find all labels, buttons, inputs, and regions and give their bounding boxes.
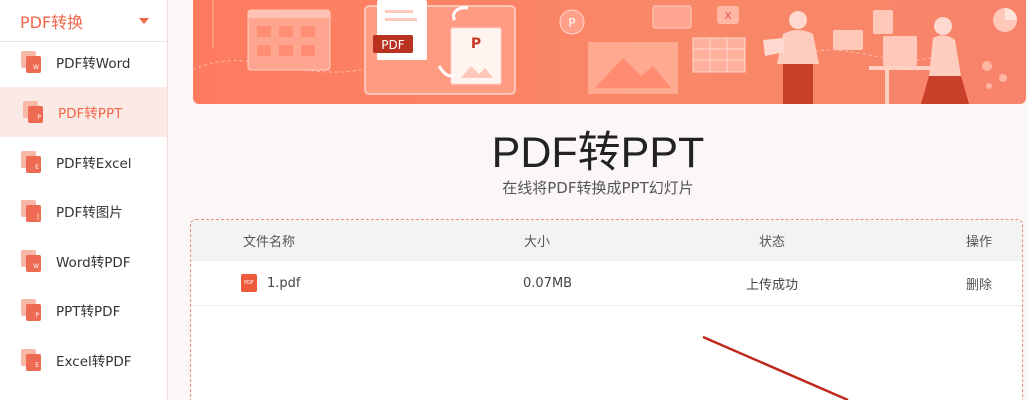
- word-file-icon: W: [21, 51, 41, 73]
- word-file-icon: W: [21, 250, 41, 272]
- person-sitting-illustration: [921, 17, 969, 104]
- file-list-panel[interactable]: 文件名称 大小 状态 操作 PDF 1.pdf 0.07MB 上传成功 删除: [190, 219, 1023, 400]
- excel-file-icon: E: [21, 151, 41, 173]
- main-content: PDF P P X PDF转PPT 在线将PDF转换成PPT幻灯片 文件名称 大…: [168, 0, 1028, 400]
- file-status: 上传成功: [746, 277, 799, 293]
- sidebar-item-label: PDF转PPT: [58, 106, 123, 122]
- sidebar-item-pdf-to-image[interactable]: J PDF转图片: [0, 186, 167, 236]
- image-file-icon: J: [21, 200, 41, 222]
- sidebar-item-ppt-to-pdf[interactable]: P PPT转PDF: [0, 285, 167, 335]
- sidebar-item-label: PDF转Word: [56, 56, 131, 72]
- sidebar: PDF转换 W PDF转Word P PDF转PPT E PDF转Excel J…: [0, 0, 168, 400]
- laptop-illustration: [833, 30, 939, 104]
- person-illustration: [763, 11, 819, 104]
- excel-badge-icon: X: [717, 6, 739, 24]
- ppt-circle-icon: P: [559, 9, 585, 35]
- page-subtitle: 在线将PDF转换成PPT幻灯片: [502, 179, 694, 197]
- hero-banner: PDF P P X: [193, 0, 1026, 104]
- slide-illustration: [588, 42, 678, 94]
- sidebar-item-pdf-to-word[interactable]: W PDF转Word: [0, 37, 167, 87]
- spreadsheet-illustration: [692, 37, 746, 73]
- chevron-down-icon[interactable]: [139, 17, 149, 24]
- svg-text:PDF: PDF: [381, 38, 404, 52]
- sidebar-item-pdf-to-excel[interactable]: E PDF转Excel: [0, 137, 167, 187]
- sidebar-item-label: PDF转Excel: [56, 156, 132, 172]
- column-header-action: 操作: [966, 235, 993, 250]
- column-header-name: 文件名称: [243, 235, 296, 250]
- delete-button[interactable]: 删除: [966, 261, 992, 305]
- sidebar-item-label: PPT转PDF: [56, 304, 121, 320]
- file-size: 0.07MB: [523, 275, 573, 291]
- column-header-size: 大小: [524, 235, 551, 250]
- svg-text:P: P: [568, 16, 575, 30]
- sidebar-title: PDF转换: [20, 12, 84, 32]
- sidebar-item-label: Excel转PDF: [56, 354, 132, 370]
- column-header-status: 状态: [759, 235, 786, 250]
- sidebar-item-word-to-pdf[interactable]: W Word转PDF: [0, 236, 167, 286]
- table-header: 文件名称 大小 状态 操作: [191, 220, 1022, 261]
- ppt-file-icon: P: [23, 101, 43, 123]
- file-name: 1.pdf: [267, 275, 301, 291]
- pdf-to-ppt-illustration: PDF P: [364, 0, 516, 95]
- ppt-file-icon: P: [21, 299, 41, 321]
- svg-text:P: P: [471, 36, 481, 52]
- sidebar-item-pdf-to-ppt[interactable]: P PDF转PPT: [0, 87, 167, 137]
- sidebar-item-label: PDF转图片: [56, 205, 123, 221]
- window-icon: [247, 9, 331, 71]
- excel-file-icon: E: [21, 349, 41, 371]
- banner-illustration: PDF P P X: [193, 0, 1017, 104]
- sidebar-item-label: Word转PDF: [56, 255, 131, 271]
- table-row: PDF 1.pdf 0.07MB 上传成功 删除: [191, 261, 1022, 306]
- sidebar-header[interactable]: PDF转换: [0, 0, 167, 42]
- file-name-cell: PDF 1.pdf: [241, 261, 300, 305]
- sidebar-item-excel-to-pdf[interactable]: E Excel转PDF: [0, 335, 167, 385]
- pdf-file-icon: PDF: [241, 274, 257, 292]
- svg-text:X: X: [725, 11, 732, 22]
- page-title: PDF转PPT: [491, 129, 705, 177]
